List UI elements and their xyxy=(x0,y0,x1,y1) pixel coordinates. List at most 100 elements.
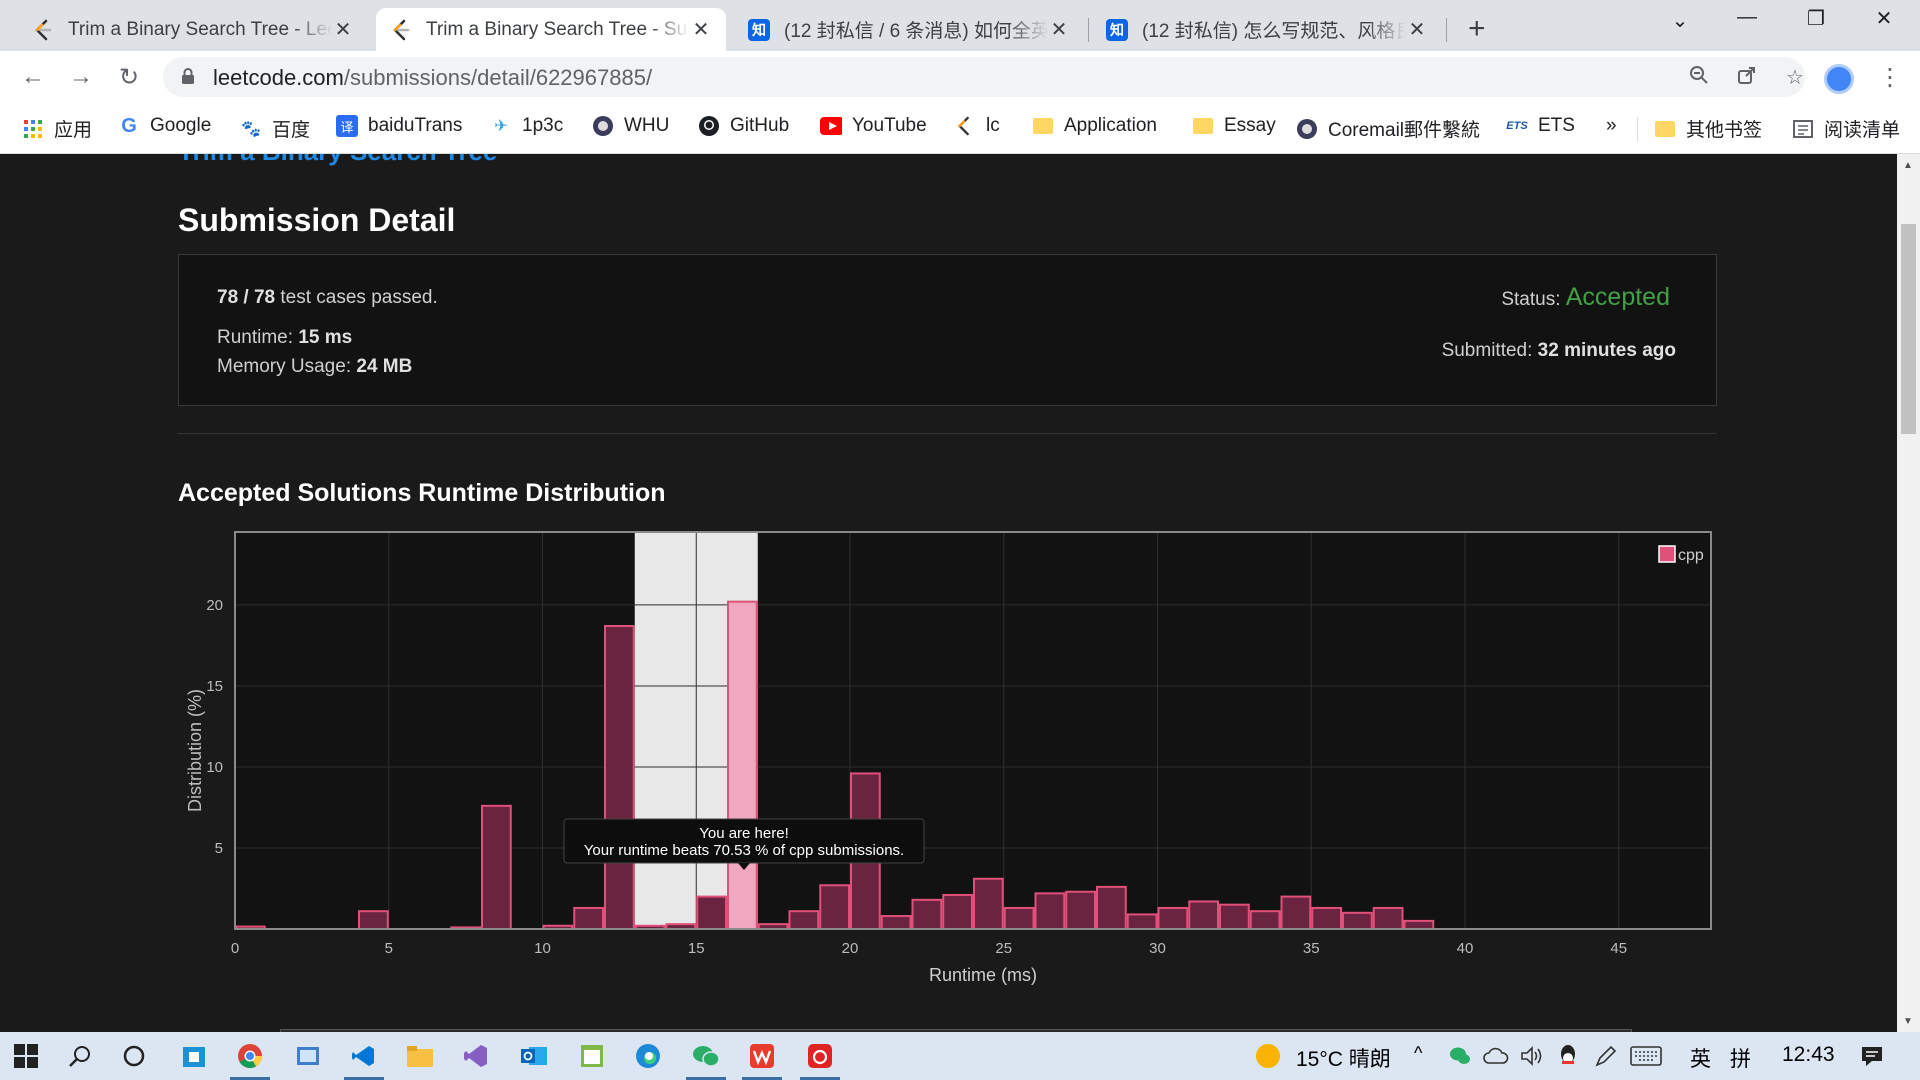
windows-start-icon[interactable] xyxy=(10,1040,42,1072)
tab-submission[interactable]: Trim a Binary Search Tree - Submission ✕ xyxy=(376,8,726,51)
tab-separator xyxy=(1088,18,1089,42)
notepad-icon[interactable] xyxy=(576,1040,608,1072)
histogram-bar xyxy=(1403,919,1435,930)
bookmark-github[interactable]: GitHub xyxy=(698,115,789,137)
bookmark-other[interactable]: 其他书签 xyxy=(1654,115,1762,142)
bookmark-label: 百度 xyxy=(272,120,311,141)
restore-button[interactable]: ❐ xyxy=(1796,6,1836,31)
problem-link[interactable]: Trim a Binary Search Tree xyxy=(178,154,497,167)
baidu-icon: 🐾 xyxy=(241,120,261,138)
menu-icon[interactable]: ⋮ xyxy=(1878,63,1902,92)
close-icon[interactable]: ✕ xyxy=(690,17,712,42)
histogram-bar xyxy=(1003,906,1035,930)
wechat-tray-icon[interactable] xyxy=(1444,1040,1476,1072)
qq-icon[interactable] xyxy=(1552,1040,1584,1072)
tab-leetcode-problem[interactable]: Trim a Binary Search Tree - LeetCode ✕ xyxy=(18,8,368,51)
wps-icon[interactable] xyxy=(746,1040,778,1072)
file-explorer-icon[interactable] xyxy=(404,1040,436,1072)
task-view-icon[interactable] xyxy=(118,1040,150,1072)
bookmark-apps[interactable]: 应用 xyxy=(22,115,92,142)
weather-sun-icon[interactable] xyxy=(1252,1040,1284,1072)
bookmark-whu[interactable]: WHU xyxy=(592,115,669,137)
folder-icon xyxy=(1654,118,1676,140)
share-icon[interactable] xyxy=(1733,65,1761,91)
histogram-bar xyxy=(1219,903,1250,930)
netease-music-icon[interactable] xyxy=(804,1040,836,1072)
reload-button[interactable]: ↻ xyxy=(114,63,144,92)
store-icon[interactable] xyxy=(178,1040,210,1072)
address-bar[interactable]: leetcode.com/submissions/detail/62296788… xyxy=(163,57,1805,97)
profile-avatar[interactable] xyxy=(1824,64,1854,94)
bookmark-label: ETS xyxy=(1538,115,1575,136)
zoom-icon[interactable] xyxy=(1685,65,1713,91)
x-tick-label: 5 xyxy=(385,940,393,957)
scroll-down-arrow-icon[interactable]: ▼ xyxy=(1903,1016,1913,1027)
tray-expand-icon[interactable]: ^ xyxy=(1414,1043,1422,1064)
scroll-thumb[interactable] xyxy=(1901,224,1916,434)
window-close-button[interactable]: ✕ xyxy=(1864,6,1904,31)
legend-swatch xyxy=(1658,545,1676,563)
bookmark-baidutrans[interactable]: 译 baiduTrans xyxy=(336,115,462,137)
histogram-bar xyxy=(1126,913,1158,930)
apps-grid-icon xyxy=(22,118,44,140)
tab-zhihu-1[interactable]: 知 (12 封私信 / 6 条消息) 如何全英文 ✕ xyxy=(734,8,1084,51)
scroll-up-arrow-icon[interactable]: ▲ xyxy=(1903,160,1913,171)
outlook-icon[interactable] xyxy=(518,1040,550,1072)
back-button[interactable]: ← xyxy=(18,63,48,91)
clock[interactable]: 12:43 xyxy=(1782,1043,1835,1067)
vscode-icon[interactable] xyxy=(348,1040,380,1072)
histogram-bar xyxy=(1249,910,1281,930)
bookmark-baidu[interactable]: 🐾 百度 xyxy=(240,115,310,142)
y-axis-label: Distribution (%) xyxy=(185,689,205,812)
search-icon[interactable] xyxy=(64,1040,96,1072)
minimize-button[interactable]: — xyxy=(1727,6,1767,29)
forward-button[interactable]: → xyxy=(66,63,96,91)
edge-icon[interactable] xyxy=(632,1040,664,1072)
tab-zhihu-2[interactable]: 知 (12 封私信) 怎么写规范、风格良好 ✕ xyxy=(1092,8,1442,51)
close-icon[interactable]: ✕ xyxy=(332,17,354,42)
bookmark-google[interactable]: G Google xyxy=(118,115,211,137)
x-tick-label: 30 xyxy=(1149,940,1166,957)
bookmark-essay[interactable]: Essay xyxy=(1192,115,1276,137)
bookmark-lc[interactable]: lc xyxy=(954,115,1000,137)
google-icon: G xyxy=(121,114,137,137)
histogram-bar xyxy=(1372,906,1404,930)
close-icon[interactable]: ✕ xyxy=(1406,17,1428,42)
tab-title: (12 封私信 / 6 条消息) 如何全英文 xyxy=(784,21,1048,42)
weather-text[interactable]: 15°C 晴朗 xyxy=(1296,1043,1391,1073)
x-tick-label: 35 xyxy=(1303,940,1320,957)
pen-icon[interactable] xyxy=(1590,1040,1622,1072)
bookmark-ets[interactable]: ETS ETS xyxy=(1506,115,1575,137)
wechat-icon[interactable] xyxy=(690,1040,722,1072)
bookmark-label: Coremail郵件繫統 xyxy=(1328,120,1481,141)
submitted-text: Submitted: 32 minutes ago xyxy=(1441,340,1676,361)
onedrive-icon[interactable] xyxy=(1480,1040,1512,1072)
histogram-bar xyxy=(942,893,973,931)
bookmark-youtube[interactable]: YouTube xyxy=(820,115,927,137)
x-tick-label: 20 xyxy=(842,940,859,957)
ime-language-indicator[interactable]: 英 xyxy=(1690,1043,1711,1073)
page-content: Trim a Binary Search Tree Submission Det… xyxy=(0,154,1897,1032)
visual-studio-icon[interactable] xyxy=(460,1040,492,1072)
snip-icon[interactable] xyxy=(292,1040,324,1072)
chrome-icon[interactable] xyxy=(234,1040,266,1072)
notification-center-icon[interactable] xyxy=(1856,1040,1888,1072)
bookmark-label: 其他书签 xyxy=(1686,120,1763,141)
tab-search-icon[interactable]: ⌄ xyxy=(1660,8,1700,33)
bookmark-1p3c[interactable]: ✈ 1p3c xyxy=(490,115,563,137)
close-icon[interactable]: ✕ xyxy=(1048,17,1070,42)
ime-mode-indicator[interactable]: 拼 xyxy=(1730,1043,1751,1073)
new-tab-button[interactable]: + xyxy=(1468,12,1486,46)
bookmark-application[interactable]: Application xyxy=(1032,115,1157,137)
plot-area xyxy=(235,532,1711,929)
reading-list-button[interactable]: 阅读清单 xyxy=(1792,115,1900,142)
bookmark-star-icon[interactable]: ☆ xyxy=(1781,65,1809,90)
tab-title: (12 封私信) 怎么写规范、风格良好 xyxy=(1142,21,1406,42)
bookmarks-overflow-button[interactable]: » xyxy=(1606,115,1617,137)
page-scrollbar[interactable]: ▲ ▼ xyxy=(1897,154,1920,1032)
volume-icon[interactable] xyxy=(1516,1040,1548,1072)
tab-separator xyxy=(1446,18,1447,42)
keyboard-icon[interactable] xyxy=(1630,1040,1662,1072)
bookmark-coremail[interactable]: Coremail郵件繫統 xyxy=(1296,115,1480,142)
histogram-bar xyxy=(1188,900,1219,931)
